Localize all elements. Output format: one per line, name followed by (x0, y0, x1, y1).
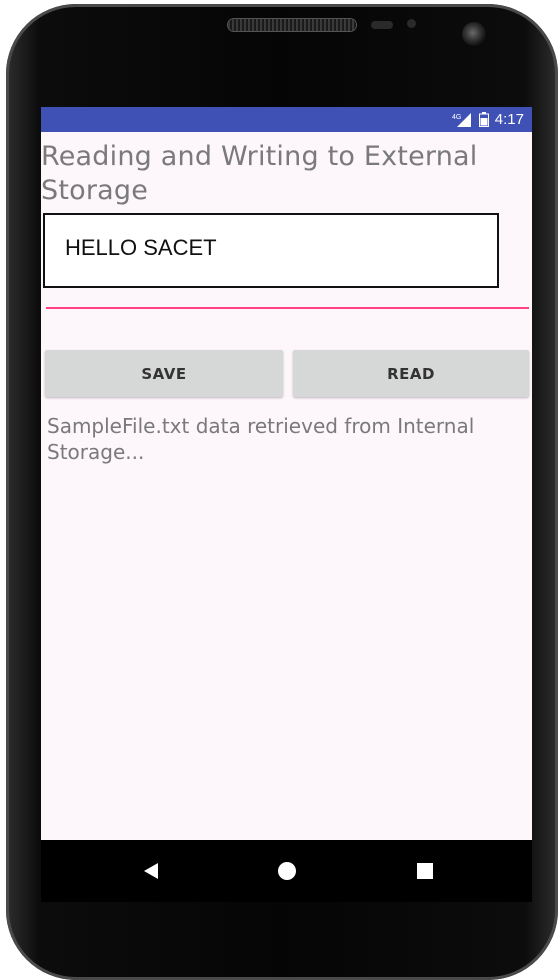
page-title: Reading and Writing to External Storage (41, 141, 478, 206)
status-icons: 4G 4:17 (451, 110, 524, 129)
back-triangle-icon (144, 863, 158, 879)
status-clock: 4:17 (494, 111, 524, 128)
back-button[interactable] (135, 855, 167, 887)
signal-4g-icon: 4G (451, 112, 473, 128)
recents-square-icon (417, 863, 433, 879)
battery-icon (478, 112, 489, 127)
light-sensor (407, 19, 416, 28)
home-circle-icon (278, 862, 296, 880)
home-button[interactable] (271, 855, 303, 887)
front-camera-icon (462, 22, 486, 46)
result-message: SampleFile.txt data retrieved from Inter… (47, 414, 475, 464)
save-button[interactable]: SAVE (45, 350, 283, 397)
app-screen: 4G 4:17 Reading and Writing to External … (41, 107, 532, 902)
text-box-value: HELLO SACET (65, 235, 217, 260)
network-type-label: 4G (452, 114, 461, 121)
phone-frame: 4G 4:17 Reading and Writing to External … (0, 0, 560, 980)
proximity-sensor (371, 21, 393, 29)
data-input-field[interactable] (46, 307, 529, 309)
navigation-bar (41, 840, 532, 902)
status-bar: 4G 4:17 (41, 107, 532, 132)
data-text-box: HELLO SACET (43, 213, 499, 288)
recents-button[interactable] (409, 855, 441, 887)
read-button[interactable]: READ (293, 350, 529, 397)
earpiece-speaker (228, 19, 356, 31)
